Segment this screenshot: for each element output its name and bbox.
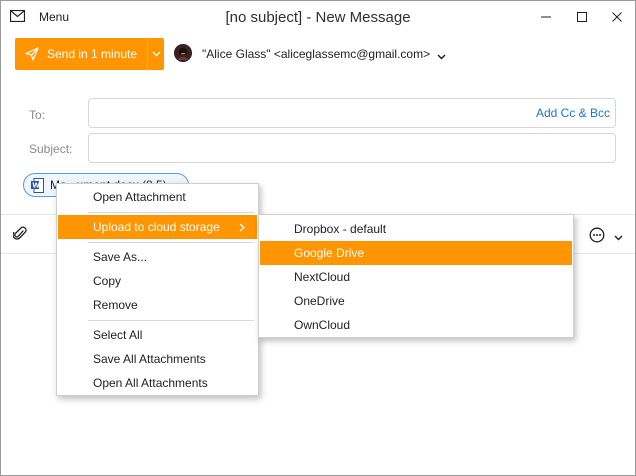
menu-item-label: Upload to cloud storage [93, 220, 220, 234]
subject-input[interactable] [89, 134, 615, 162]
menu-separator [88, 242, 254, 243]
word-document-icon: W [31, 177, 44, 193]
subject-field[interactable] [88, 133, 616, 163]
close-button[interactable] [606, 7, 628, 27]
menu-item-label: Copy [93, 274, 122, 288]
chevron-right-icon [239, 221, 245, 235]
send-button[interactable]: Send in 1 minute [15, 38, 147, 70]
minimize-icon [541, 16, 551, 18]
submenu-item-label: OwnCloud [294, 318, 351, 332]
menu-item-save-as[interactable]: Save As... [58, 245, 257, 269]
send-button-group: Send in 1 minute [15, 38, 164, 70]
menu-item-label: Open Attachment [93, 190, 186, 204]
paperclip-icon[interactable] [12, 226, 27, 245]
chevron-down-icon[interactable] [437, 49, 446, 63]
submenu-item-label: Google Drive [294, 246, 365, 260]
submenu-item-onedrive[interactable]: OneDrive [260, 289, 572, 313]
menu-item-open-all[interactable]: Open All Attachments [58, 371, 257, 395]
menu-item-label: Save As... [93, 250, 148, 264]
menu-item-open-attachment[interactable]: Open Attachment [58, 185, 257, 209]
to-field[interactable]: Add Cc & Bcc [88, 98, 616, 128]
send-button-label: Send in 1 minute [47, 47, 138, 61]
menu-item-copy[interactable]: Copy [58, 269, 257, 293]
minimize-button[interactable] [535, 7, 557, 27]
submenu-item-nextcloud[interactable]: NextCloud [260, 265, 572, 289]
add-cc-bcc-link[interactable]: Add Cc & Bcc [536, 106, 610, 120]
submenu-item-google-drive[interactable]: Google Drive [260, 241, 572, 265]
menu-item-label: Remove [93, 298, 138, 312]
subject-label: Subject: [29, 142, 73, 156]
avatar [174, 44, 192, 62]
menu-item-select-all[interactable]: Select All [58, 323, 257, 347]
send-options-button[interactable] [148, 38, 164, 70]
menu-item-label: Save All Attachments [93, 352, 206, 366]
menu-separator [88, 320, 254, 321]
maximize-icon [577, 12, 587, 22]
compose-window: Menu [no subject] - New Message Send in … [0, 0, 636, 476]
menu-item-label: Open All Attachments [93, 376, 208, 390]
attachment-context-menu: Open Attachment Upload to cloud storage … [56, 183, 259, 396]
menu-item-label: Select All [93, 328, 143, 342]
title-bar: Menu [no subject] - New Message [1, 1, 635, 33]
menu-item-save-all[interactable]: Save All Attachments [58, 347, 257, 371]
menu-item-remove[interactable]: Remove [58, 293, 257, 317]
cloud-storage-submenu: Dropbox - default Google Drive NextCloud… [258, 214, 574, 338]
chevron-down-icon [152, 51, 160, 57]
ellipsis-circle-icon[interactable] [589, 227, 605, 246]
submenu-item-owncloud[interactable]: OwnCloud [260, 313, 572, 337]
to-label: To: [29, 108, 46, 122]
chevron-down-icon[interactable] [614, 230, 623, 244]
from-address[interactable]: "Alice Glass" <aliceglassemc@gmail.com> [202, 47, 430, 61]
paper-plane-icon [25, 47, 39, 61]
maximize-button[interactable] [571, 7, 593, 27]
menu-item-upload-cloud[interactable]: Upload to cloud storage [58, 215, 257, 239]
svg-text:W: W [32, 181, 40, 189]
menu-separator [88, 212, 254, 213]
submenu-item-label: Dropbox - default [294, 222, 387, 236]
submenu-item-label: OneDrive [294, 294, 345, 308]
submenu-item-dropbox[interactable]: Dropbox - default [260, 217, 572, 241]
close-icon [612, 12, 622, 22]
submenu-item-label: NextCloud [294, 270, 351, 284]
